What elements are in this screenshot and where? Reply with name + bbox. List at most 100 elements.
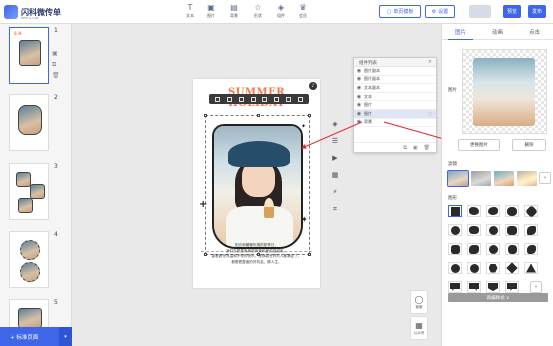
lock-icon[interactable]: ▢: [428, 111, 432, 116]
toolbar-background[interactable]: ▤ 背景: [224, 3, 244, 21]
close-icon[interactable]: ×: [428, 59, 432, 65]
layer-row[interactable]: ◉ 图片: [354, 101, 436, 110]
filter-thumb[interactable]: [517, 171, 537, 186]
shape-option-circle[interactable]: [448, 262, 462, 274]
official-account-button[interactable]: ▦ 公众号: [410, 316, 428, 340]
page-thumb-4[interactable]: [9, 231, 49, 288]
toolbar-text[interactable]: T 文本: [180, 3, 200, 21]
shape-option-splat[interactable]: [524, 243, 538, 255]
toolbar-shape[interactable]: ☆ 形状: [248, 3, 268, 21]
crop-icon[interactable]: [262, 96, 268, 102]
single-page-template-button[interactable]: ▢ 单页模板: [379, 5, 421, 18]
shape-option-blob[interactable]: [486, 205, 500, 217]
layer-row[interactable]: ◉ 图片副本: [354, 76, 436, 85]
filter-thumb[interactable]: [494, 171, 514, 186]
shape-option-blob[interactable]: [505, 205, 519, 217]
shape-option-pentagon[interactable]: [486, 281, 500, 293]
grid-icon[interactable]: ▦: [331, 171, 339, 179]
shape-option-splat[interactable]: [505, 243, 519, 255]
resize-handle[interactable]: [257, 114, 260, 117]
shape-option-hexagon[interactable]: [486, 262, 500, 274]
more-filters-button[interactable]: »: [539, 172, 551, 184]
eye-icon[interactable]: ◉: [354, 76, 364, 82]
tab-animation[interactable]: 动画: [479, 24, 516, 39]
copy-page-icon[interactable]: ▣: [52, 51, 59, 57]
shape-option-badge[interactable]: [524, 204, 538, 218]
flip-icon[interactable]: [250, 96, 256, 102]
shape-option-speech[interactable]: [505, 281, 519, 293]
eye-icon[interactable]: ◉: [354, 94, 364, 100]
shape-option-circle[interactable]: [467, 262, 481, 274]
customer-service-button[interactable]: ◯ 客服: [410, 290, 428, 314]
filter-thumb[interactable]: [447, 170, 469, 187]
resize-handle[interactable]: [308, 114, 311, 117]
design-canvas[interactable]: SUMMER HOLIDAY ♪ + ✦ ✦ 阳光和暖暖吹拂的夏季日， 我们去那…: [193, 79, 320, 288]
page-thumb-3[interactable]: [9, 163, 49, 220]
layer-row[interactable]: ◉ 文本副本: [354, 84, 436, 93]
toolbar-image[interactable]: ▣ 图片: [201, 3, 221, 21]
shape-option-splat[interactable]: [505, 224, 519, 236]
chevron-down-icon[interactable]: ▾: [59, 327, 72, 346]
shape-option-diamond[interactable]: [505, 262, 519, 274]
eye-icon[interactable]: ◉: [354, 111, 364, 117]
music-icon[interactable]: ♪: [309, 82, 317, 90]
tab-image[interactable]: 图片: [442, 24, 479, 40]
eye-icon[interactable]: ◉: [354, 102, 364, 108]
lock-icon[interactable]: [274, 96, 280, 102]
duplicate-icon[interactable]: ▣: [413, 145, 418, 151]
add-standard-page-button[interactable]: + 标准页面 ▾: [0, 327, 72, 346]
tab-click[interactable]: 点击: [516, 24, 553, 39]
copy-icon[interactable]: [285, 96, 291, 102]
trash-icon[interactable]: 🗑: [52, 73, 60, 79]
duplicate-icon[interactable]: ⧉: [52, 62, 59, 68]
publish-button[interactable]: 发布: [528, 5, 546, 18]
crop-icon[interactable]: ⌗: [331, 205, 339, 213]
page-thumb-1[interactable]: S H: [9, 27, 49, 84]
eye-icon[interactable]: ◉: [354, 119, 364, 125]
layer-row-selected[interactable]: ◉ 图片 ▢: [354, 109, 436, 119]
filter-thumb[interactable]: [471, 171, 491, 186]
layer-row[interactable]: ◉ 背景: [354, 119, 436, 128]
layer-row[interactable]: ◉ 文本: [354, 93, 436, 102]
settings-button[interactable]: ⚙ 设置: [425, 5, 455, 18]
toolbar-vip[interactable]: ♛ 会员: [293, 3, 313, 21]
canvas-side-tools: ◈ ☰ ▶ ▦ ⚡ ⌗: [331, 120, 343, 222]
trash-icon[interactable]: 🗑: [424, 145, 430, 151]
more-shapes-button[interactable]: »: [530, 281, 542, 293]
shape-option-splat[interactable]: [448, 224, 462, 236]
layers-icon[interactable]: ◈: [331, 120, 339, 128]
shape-option-splat[interactable]: [448, 243, 462, 255]
shape-option-splat[interactable]: [524, 224, 538, 236]
shape-option-splat[interactable]: [467, 243, 481, 255]
caption-text[interactable]: 阳光和暖暖吹拂的夏季日， 我们去那里有美丽风景和爱的感谢来。 能看看世界温和不停…: [203, 243, 310, 265]
magic-wand-icon[interactable]: ⚡: [331, 188, 339, 196]
shape-option-blob[interactable]: [467, 205, 481, 217]
app-logo[interactable]: 闪科微传单 NEW & LAB: [4, 3, 61, 21]
delete-image-button[interactable]: 删除: [512, 139, 546, 151]
shape-option-speech[interactable]: [448, 281, 462, 293]
shape-option-circle[interactable]: [486, 224, 500, 236]
align-icon[interactable]: ☰: [331, 137, 339, 145]
layer-row[interactable]: ◉ 图片副本: [354, 67, 436, 76]
toolbar-component[interactable]: ◈ 组件: [271, 3, 291, 21]
eye-icon[interactable]: ◉: [354, 68, 364, 74]
replace-image-button[interactable]: 更换图片: [458, 139, 500, 151]
preview-button[interactable]: 预览: [503, 5, 521, 18]
copy-icon[interactable]: ⧉: [403, 145, 407, 151]
align-icon[interactable]: [215, 96, 221, 102]
shape-option-triangle[interactable]: [524, 262, 538, 274]
layer-up-icon[interactable]: [227, 96, 233, 102]
eye-icon[interactable]: ◉: [354, 85, 364, 91]
resize-handle[interactable]: [204, 114, 207, 117]
more-styles-button[interactable]: 再编样式 ∨: [448, 293, 548, 302]
shape-option-splat[interactable]: [486, 243, 500, 255]
layer-down-icon[interactable]: [238, 96, 244, 102]
page-thumb-2[interactable]: [9, 94, 49, 151]
shape-option-splat[interactable]: [467, 224, 481, 236]
trash-icon[interactable]: [297, 96, 303, 102]
selection-box[interactable]: [204, 114, 311, 256]
disabled-button[interactable]: [469, 5, 491, 18]
shape-option-square[interactable]: [448, 205, 462, 217]
play-icon[interactable]: ▶: [331, 154, 339, 162]
shape-option-speech[interactable]: [467, 281, 481, 293]
